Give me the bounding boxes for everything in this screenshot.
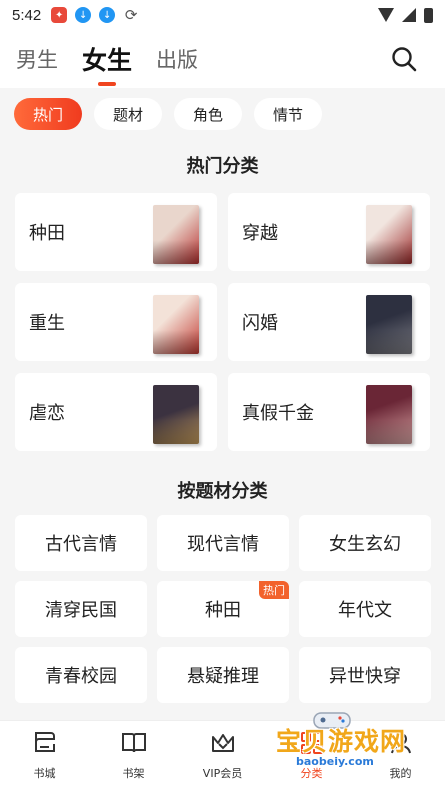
nav-label: 书架 (122, 767, 145, 780)
category-card[interactable]: 穿越 (228, 193, 430, 271)
theme-card-with-badge[interactable]: 种田 热门 (157, 581, 289, 637)
book-cover (366, 385, 412, 444)
theme-card[interactable]: 青春校园 (15, 647, 147, 703)
category-label: 种田 (29, 223, 65, 244)
chip-role[interactable]: 角色 (174, 98, 242, 130)
book-cover (153, 205, 199, 264)
watermark-sub: baobeiy.com (296, 755, 374, 768)
watermark-text: 宝贝游戏网 (276, 727, 407, 756)
app-icon: ✦ (51, 7, 68, 23)
status-right (378, 7, 433, 23)
chip-plot[interactable]: 情节 (254, 98, 322, 130)
tab-female[interactable]: 女生 (82, 41, 132, 77)
theme-card[interactable]: 悬疑推理 (157, 647, 289, 703)
nav-vip[interactable]: VIP会员 (183, 729, 263, 781)
theme-section-title: 按题材分类 (177, 481, 268, 502)
chip-hot[interactable]: 热门 (14, 98, 82, 130)
category-card[interactable]: 虐恋 (15, 373, 217, 451)
category-label: 闪婚 (242, 313, 278, 334)
nav-bookstore[interactable]: 书城 (5, 729, 85, 781)
download-icon: ↓ (99, 7, 116, 23)
hot-badge: 热门 (259, 581, 289, 599)
theme-card[interactable]: 古代言情 (15, 515, 147, 571)
filter-chips: 热门 题材 角色 情节 (0, 88, 445, 140)
nav-label: VIP会员 (202, 767, 243, 780)
category-card[interactable]: 闪婚 (228, 283, 430, 361)
hot-section-title: 热门分类 (186, 156, 259, 177)
category-label: 重生 (29, 313, 65, 334)
wifi-icon (378, 8, 394, 22)
book-cover (366, 205, 412, 264)
download-icon: ↓ (75, 7, 92, 23)
battery-icon (424, 7, 433, 23)
bookstore-icon (34, 732, 55, 752)
status-bar: 5:42 ✦ ↓ ↓ ⟳ (0, 0, 445, 30)
top-tabs: 男生 女生 出版 (0, 30, 445, 88)
tab-male[interactable]: 男生 (16, 44, 58, 74)
book-cover (366, 295, 412, 354)
vip-crown-icon (211, 734, 234, 752)
category-label: 穿越 (242, 223, 278, 244)
theme-card[interactable]: 清穿民国 (15, 581, 147, 637)
book-cover (153, 295, 199, 354)
search-icon[interactable] (391, 46, 417, 72)
nav-bookshelf[interactable]: 书架 (94, 729, 174, 781)
sync-icon: ⟳ (124, 6, 138, 24)
watermark: 宝贝游戏网 baobeiy.com (268, 707, 418, 777)
signal-icon (402, 8, 416, 22)
nav-label: 书城 (33, 767, 56, 780)
theme-card[interactable]: 女生玄幻 (299, 515, 431, 571)
status-time: 5:42 (12, 6, 42, 24)
category-card[interactable]: 种田 (15, 193, 217, 271)
tab-publish[interactable]: 出版 (156, 44, 198, 74)
theme-card[interactable]: 异世快穿 (299, 647, 431, 703)
category-label: 虐恋 (29, 403, 65, 424)
bookshelf-icon (121, 733, 146, 753)
theme-card[interactable]: 现代言情 (157, 515, 289, 571)
category-card[interactable]: 真假千金 (228, 373, 430, 451)
chip-theme[interactable]: 题材 (94, 98, 162, 130)
category-label: 真假千金 (242, 403, 314, 424)
book-cover (153, 385, 199, 444)
theme-card[interactable]: 年代文 (299, 581, 431, 637)
category-card[interactable]: 重生 (15, 283, 217, 361)
theme-card-label: 种田 (205, 600, 241, 621)
